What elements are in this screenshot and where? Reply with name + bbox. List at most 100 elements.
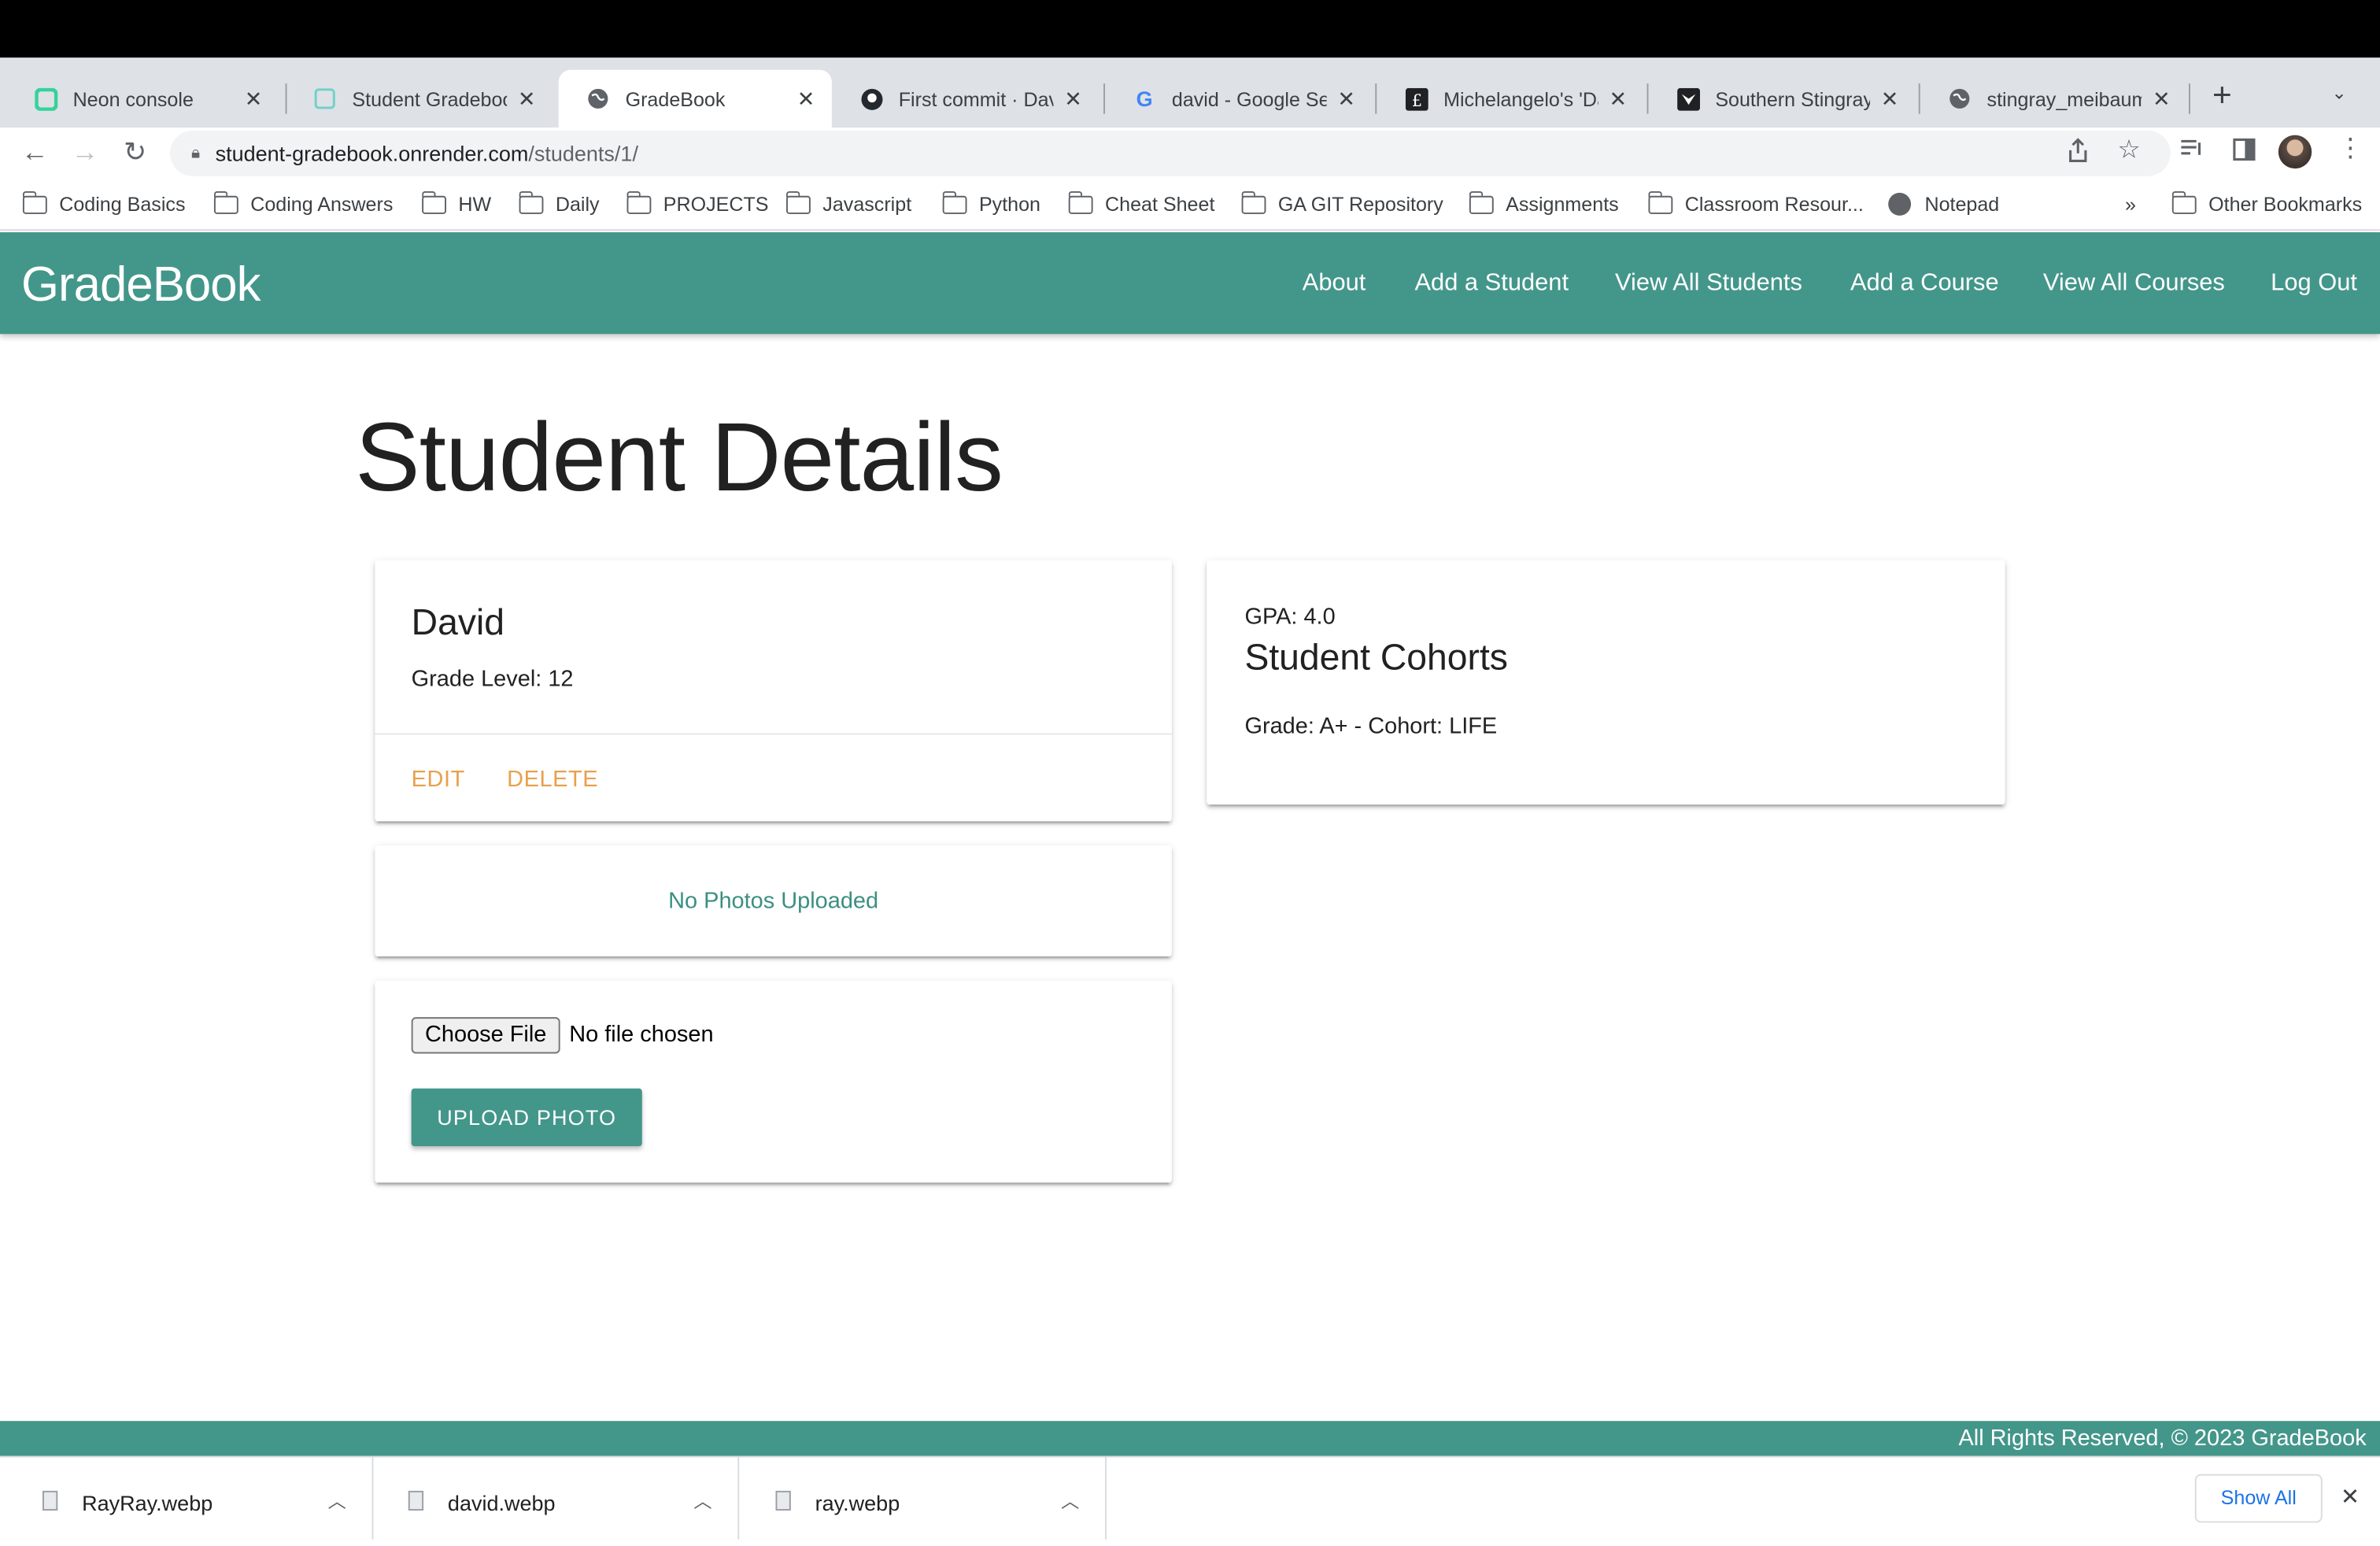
file-status: No file chosen bbox=[569, 1021, 714, 1048]
chevron-up-icon[interactable]: ︿ bbox=[693, 1488, 711, 1514]
bookmark-hw[interactable]: HW bbox=[421, 190, 491, 216]
folder-icon bbox=[941, 190, 967, 213]
bookmark-cheat-sheet[interactable]: Cheat Sheet bbox=[1067, 190, 1214, 216]
folder-icon bbox=[1067, 190, 1093, 213]
share-icon[interactable] bbox=[2068, 138, 2089, 169]
menu-kebab-icon[interactable]: ⋮ bbox=[2338, 134, 2363, 165]
upload-card: Choose File No file chosen UPLOAD PHOTO bbox=[375, 980, 1172, 1183]
upload-photo-button[interactable]: UPLOAD PHOTO bbox=[411, 1088, 642, 1147]
bookmark-coding-basics[interactable]: Coding Basics bbox=[21, 190, 186, 216]
nav-view-all-students[interactable]: View All Students bbox=[1615, 270, 1802, 298]
nav-log-out[interactable]: Log Out bbox=[2271, 270, 2357, 298]
url-host: student-gradebook.onrender.com bbox=[215, 141, 529, 166]
github-icon bbox=[859, 87, 884, 111]
folder-icon bbox=[21, 190, 47, 213]
reading-list-icon[interactable] bbox=[2179, 139, 2204, 166]
bookmarks-bar: Coding Basics Coding Answers HW Daily PR… bbox=[0, 179, 2380, 231]
tab-student-gradebook[interactable]: Student Gradebook ✕ bbox=[286, 70, 552, 128]
folder-icon bbox=[626, 190, 652, 213]
folder-icon bbox=[785, 190, 811, 213]
reload-icon[interactable]: ↻ bbox=[118, 137, 151, 169]
download-item[interactable]: ray.webp ︿ bbox=[739, 1457, 1107, 1540]
chevron-up-icon[interactable]: ︿ bbox=[328, 1488, 346, 1514]
window-top-bar bbox=[0, 0, 2380, 58]
render-icon bbox=[312, 87, 337, 111]
forward-arrow-icon[interactable]: → bbox=[68, 137, 102, 169]
tab-github[interactable]: First commit · David ✕ bbox=[832, 70, 1099, 128]
tab-stingray-meibaum[interactable]: stingray_meibaum ✕ bbox=[1920, 70, 2187, 128]
globe-icon bbox=[1947, 87, 1972, 111]
tab-google-search[interactable]: G david - Google Search ✕ bbox=[1105, 70, 1372, 128]
tab-neon-console[interactable]: Neon console ✕ bbox=[6, 70, 279, 128]
tab-southern-stingray[interactable]: Southern Stingray ✕ bbox=[1648, 70, 1915, 128]
folder-icon bbox=[518, 190, 544, 213]
app-navbar: GradeBook About Add a Student View All S… bbox=[0, 232, 2380, 335]
brand-logo[interactable]: GradeBook bbox=[21, 257, 261, 313]
download-item[interactable]: david.webp ︿ bbox=[372, 1457, 740, 1540]
close-icon[interactable]: ✕ bbox=[2148, 86, 2175, 112]
folder-icon bbox=[213, 190, 238, 213]
file-icon bbox=[408, 1490, 424, 1511]
cohort-grade: Grade: A+ - Cohort: LIFE bbox=[1244, 713, 1498, 740]
folder-icon bbox=[1240, 190, 1266, 213]
bookmarks-overflow-button[interactable]: » bbox=[2125, 193, 2136, 216]
close-icon[interactable]: ✕ bbox=[1059, 86, 1087, 112]
new-tab-icon[interactable]: + bbox=[2204, 76, 2240, 115]
nav-about[interactable]: About bbox=[1303, 270, 1366, 298]
student-name: David bbox=[411, 602, 504, 644]
globe-icon bbox=[586, 87, 610, 111]
folder-icon bbox=[2171, 190, 2197, 213]
folder-icon bbox=[421, 190, 447, 213]
nav-add-student[interactable]: Add a Student bbox=[1414, 270, 1569, 298]
choose-file-button[interactable]: Choose File bbox=[411, 1017, 560, 1054]
close-icon[interactable]: ✕ bbox=[1605, 86, 1632, 112]
chevron-up-icon[interactable]: ︿ bbox=[1061, 1488, 1079, 1514]
tab-michelangelo[interactable]: £ Michelangelo's 'David' ✕ bbox=[1377, 70, 1643, 128]
close-icon[interactable]: ✕ bbox=[1876, 86, 1904, 112]
browser-toolbar: ← → ↻ 🔒︎ student-gradebook.onrender.com /… bbox=[0, 128, 2380, 179]
download-filename: david.webp bbox=[447, 1490, 556, 1515]
page-footer: All Rights Reserved, © 2023 GradeBook bbox=[0, 1421, 2380, 1456]
neon-icon bbox=[33, 87, 57, 111]
nav-add-course[interactable]: Add a Course bbox=[1850, 270, 1999, 298]
photos-card: No Photos Uploaded bbox=[375, 845, 1172, 957]
bookmark-daily[interactable]: Daily bbox=[518, 190, 600, 216]
bookmark-star-icon[interactable]: ☆ bbox=[2117, 135, 2140, 166]
show-all-button[interactable]: Show All bbox=[2194, 1474, 2323, 1523]
bookmark-assignments[interactable]: Assignments bbox=[1468, 190, 1619, 216]
download-item[interactable]: RayRay.webp ︿ bbox=[6, 1457, 374, 1540]
chevron-down-icon[interactable]: ⌄ bbox=[2331, 82, 2346, 103]
back-arrow-icon[interactable]: ← bbox=[18, 137, 51, 169]
address-bar[interactable]: 🔒︎ student-gradebook.onrender.com/studen… bbox=[170, 130, 2171, 176]
svg-text:£: £ bbox=[1411, 91, 1422, 110]
folder-icon bbox=[1468, 190, 1494, 213]
tab-gradebook[interactable]: GradeBook ✕ bbox=[558, 69, 832, 128]
close-icon[interactable]: ✕ bbox=[793, 86, 820, 112]
edit-link[interactable]: EDIT bbox=[412, 767, 465, 793]
bookmark-javascript[interactable]: Javascript bbox=[785, 190, 911, 216]
folder-icon bbox=[1647, 190, 1673, 213]
bookmark-coding-answers[interactable]: Coding Answers bbox=[213, 190, 393, 216]
bookmark-ga-git-repository[interactable]: GA GIT Repository bbox=[1240, 190, 1443, 216]
other-bookmarks[interactable]: Other Bookmarks bbox=[2171, 190, 2362, 216]
no-photos-message: No Photos Uploaded bbox=[668, 888, 879, 915]
page-title: Student Details bbox=[355, 402, 1003, 512]
download-filename: ray.webp bbox=[815, 1490, 900, 1515]
nav-view-all-courses[interactable]: View All Courses bbox=[2043, 270, 2225, 298]
bookmark-python[interactable]: Python bbox=[941, 190, 1040, 216]
close-icon[interactable]: ✕ bbox=[2341, 1483, 2360, 1511]
file-icon bbox=[42, 1490, 58, 1511]
delete-link[interactable]: DELETE bbox=[507, 767, 598, 793]
site-icon: £ bbox=[1404, 87, 1428, 111]
bookmark-projects[interactable]: PROJECTS bbox=[626, 190, 769, 216]
bookmark-notepad[interactable]: Notepad bbox=[1888, 192, 1999, 216]
bookmark-classroom-resources[interactable]: Classroom Resour... bbox=[1647, 190, 1864, 216]
footer-copyright: All Rights Reserved, © 2023 GradeBook bbox=[1958, 1425, 2367, 1452]
side-panel-icon[interactable] bbox=[2233, 138, 2256, 168]
close-icon[interactable]: ✕ bbox=[240, 86, 268, 112]
downloads-shelf: RayRay.webp ︿ david.webp ︿ ray.webp ︿ Sh… bbox=[0, 1455, 2380, 1546]
card-divider bbox=[375, 733, 1172, 735]
close-icon[interactable]: ✕ bbox=[513, 86, 541, 112]
close-icon[interactable]: ✕ bbox=[1332, 86, 1360, 112]
avatar[interactable] bbox=[2278, 135, 2312, 169]
